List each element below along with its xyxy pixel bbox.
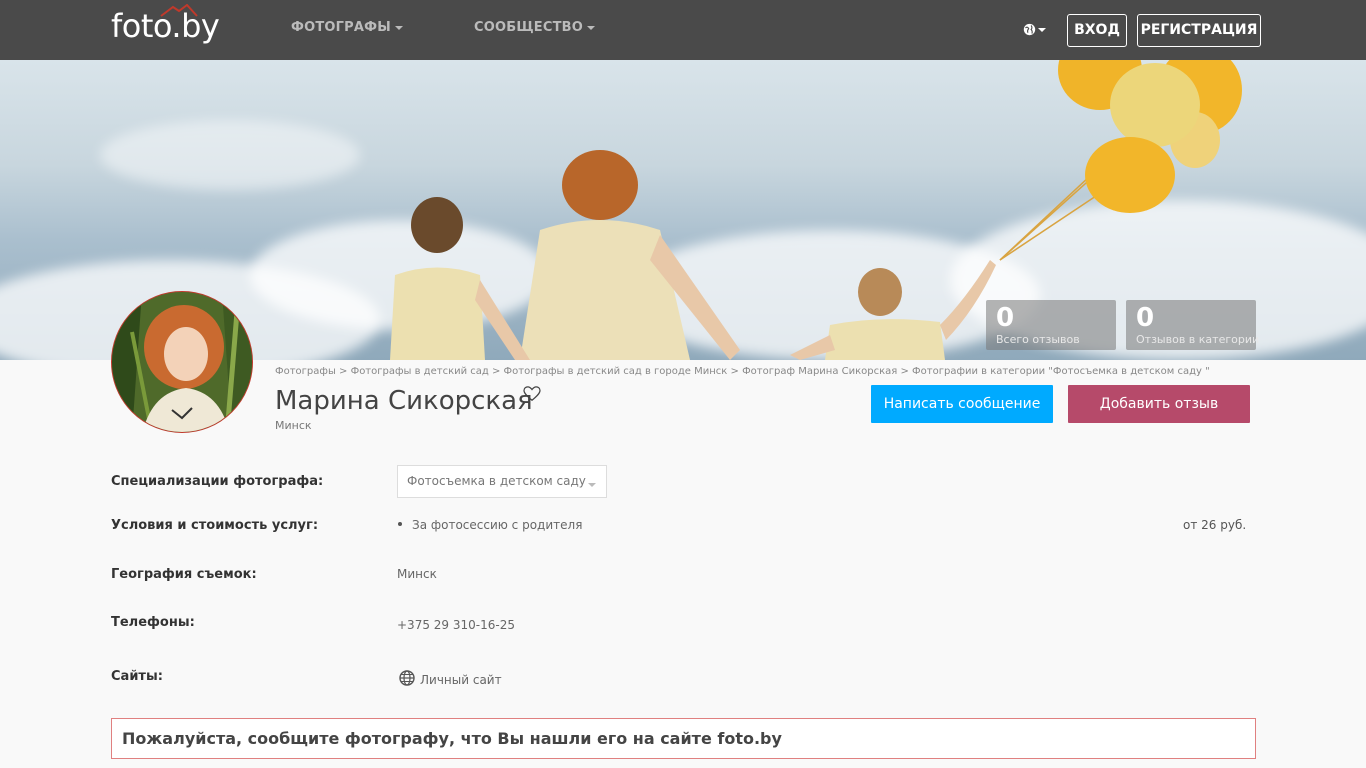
geography-label: География съемок: [111,567,257,582]
specialization-label: Специализации фотографа: [111,474,324,489]
phone-value[interactable]: +375 29 310-16-25 [397,618,515,632]
condition-price: от 26 руб. [1183,518,1247,532]
stat-total-reviews-value: 0 [996,303,1015,333]
breadcrumb[interactable]: Фотографы > Фотографы в детский сад > Фо… [275,366,1210,377]
send-message-button[interactable]: Написать сообщение [871,385,1053,423]
register-button[interactable]: РЕГИСТРАЦИЯ [1137,14,1261,47]
heart-icon[interactable] [523,386,541,402]
bullet-icon [398,522,402,526]
add-review-button[interactable]: Добавить отзыв [1068,385,1250,423]
site-logo[interactable]: foto.by [111,4,220,46]
photographer-city: Минск [275,419,312,432]
nav-community[interactable]: СООБЩЕСТВО [474,20,596,35]
chevron-down-icon [394,25,403,30]
phones-label: Телефоны: [111,615,195,630]
language-selector[interactable] [1022,20,1048,40]
geography-value: Минск [397,567,437,581]
stat-category-reviews-label: Отзывов в категории [1136,333,1260,346]
stat-category-reviews: 0 Отзывов в категории [1126,300,1260,350]
nav-community-label: СООБЩЕСТВО [474,20,584,35]
stat-category-reviews-value: 0 [1136,303,1155,333]
stat-total-reviews: 0 Всего отзывов [986,300,1116,350]
avatar [111,291,253,433]
condition-item: За фотосессию с родителя [412,518,583,532]
photographer-name: Марина Сикорская [275,386,533,416]
sites-label: Сайты: [111,669,163,684]
chevron-down-icon [1038,28,1046,32]
chevron-down-icon [588,483,596,487]
personal-site-link[interactable]: Личный сайт [420,673,502,687]
nav-photographers-label: ФОТОГРАФЫ [291,20,391,35]
logo-roof-icon [160,4,198,17]
globe-icon [399,670,415,686]
nav-photographers[interactable]: ФОТОГРАФЫ [291,20,403,35]
chevron-down-icon [587,25,596,30]
avatar-photo [112,292,252,432]
login-button[interactable]: ВХОД [1067,14,1127,47]
specialization-selected-value: Фотосъемка в детском саду [407,474,586,488]
stat-total-reviews-label: Всего отзывов [996,333,1080,346]
found-on-site-notice: Пожалуйста, сообщите фотографу, что Вы н… [111,718,1256,759]
specialization-select[interactable]: Фотосъемка в детском саду [397,465,607,498]
top-navbar: foto.by ФОТОГРАФЫ СООБЩЕСТВО ВХОД РЕГИСТ… [0,0,1366,60]
globe-icon [1023,23,1036,36]
conditions-label: Условия и стоимость услуг: [111,518,319,533]
